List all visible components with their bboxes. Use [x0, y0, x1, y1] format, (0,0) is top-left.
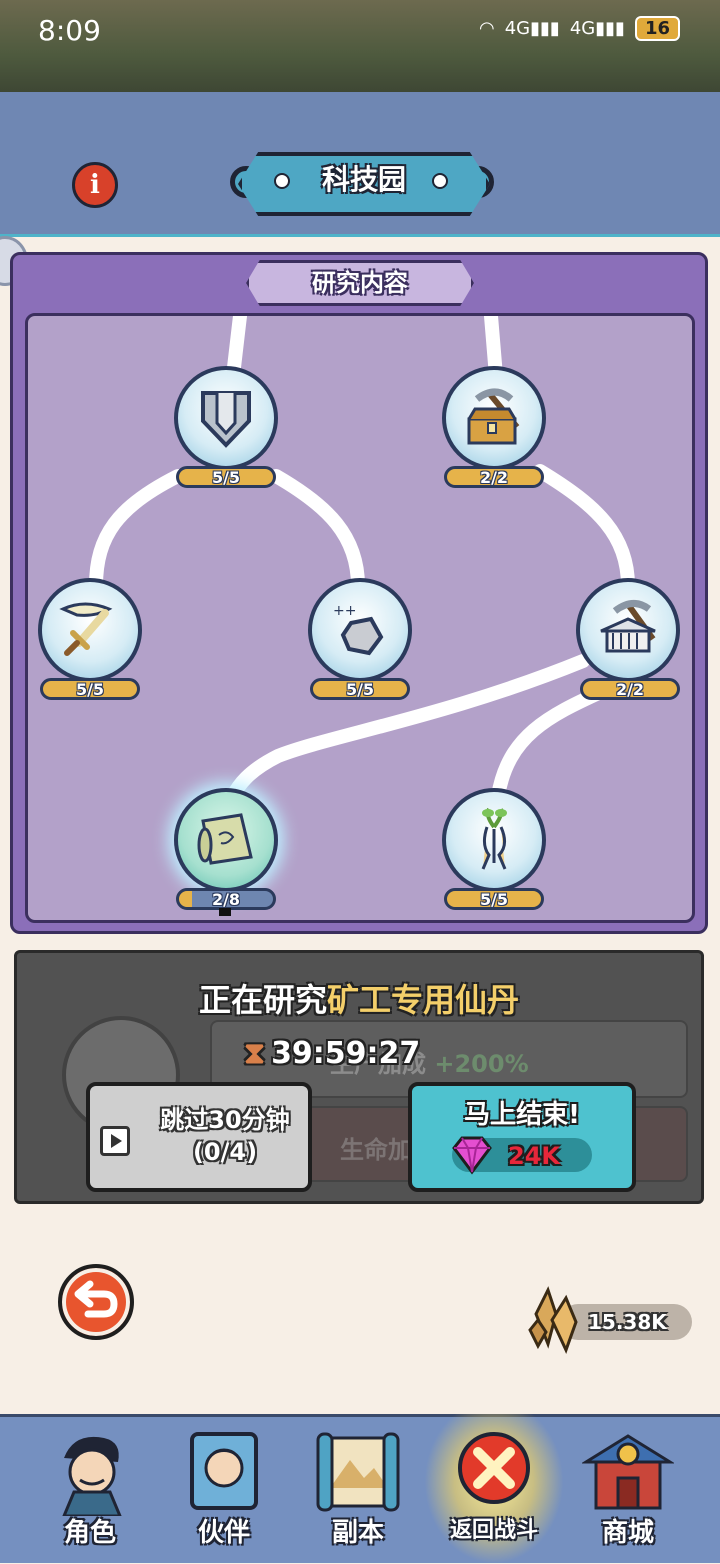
treasure-pickaxe-icon: [467, 388, 520, 445]
research-node-mine-chest[interactable]: [442, 366, 546, 470]
researching-title: 正在研究矿工专用仙丹: [198, 981, 520, 1019]
current-marker: [219, 908, 231, 916]
ginseng-icon: [481, 807, 507, 870]
research-node-mine-temple[interactable]: [576, 578, 680, 682]
research-node-scroll[interactable]: [174, 788, 278, 892]
research-timer: ⧗ 39:59:27: [244, 1036, 421, 1071]
sword-icon: [59, 602, 113, 656]
node-progress-mine-chest: 2/2: [444, 466, 544, 488]
hourglass-icon: ⧗: [244, 1036, 266, 1071]
info-icon[interactable]: i: [72, 162, 118, 208]
finish-now-label: 马上结束!: [464, 1100, 580, 1130]
nav-label-return-battle: 返回战斗: [449, 1518, 538, 1543]
nav-label-shop: 商城: [601, 1518, 654, 1548]
finish-now-button[interactable]: 马上结束! 24K: [408, 1082, 636, 1192]
node-progress-sword: 5/5: [40, 678, 140, 700]
nav-character[interactable]: 角色: [30, 1420, 150, 1556]
node-progress-ore: 5/5: [310, 678, 410, 700]
crystal-amount: 15.38K: [588, 1310, 667, 1334]
node-progress-armor: 5/5: [176, 466, 276, 488]
nav-label-character: 角色: [63, 1518, 116, 1548]
gem-icon: [452, 1136, 492, 1175]
temple-pickaxe-icon: [600, 600, 656, 653]
status-bar: [0, 0, 720, 92]
character-icon: [62, 1436, 122, 1516]
crystal-icon: [528, 1286, 578, 1354]
page-title: 科技园: [321, 163, 406, 196]
ore-icon: ++: [333, 603, 384, 656]
skip-label: 跳过30分钟 (0/4): [160, 1106, 290, 1166]
signal-icon-2: 4G▮▮▮: [569, 18, 625, 39]
shop-icon: [582, 1434, 674, 1510]
signal-icon-1: 4G▮▮▮: [504, 18, 560, 39]
research-node-ginseng[interactable]: [442, 788, 546, 892]
wifi-icon: ◠: [478, 18, 495, 39]
battery-icon: 16: [634, 16, 680, 41]
status-icons: ◠ 4G▮▮▮ 4G▮▮▮ 16: [479, 16, 680, 41]
return-arrow-icon: [74, 1280, 118, 1318]
return-battle-icon: [458, 1432, 530, 1504]
nav-label-partner: 伙伴: [197, 1518, 250, 1548]
node-progress-mine-temple: 2/2: [580, 678, 680, 700]
video-play-icon: [100, 1126, 130, 1156]
back-button[interactable]: [58, 1264, 134, 1340]
panel-title: 研究内容: [312, 269, 408, 297]
partner-icon: [190, 1432, 258, 1510]
status-time: 8:09: [38, 14, 101, 47]
dungeon-scroll-icon: [316, 1432, 400, 1512]
research-node-sword[interactable]: [38, 578, 142, 682]
svg-text:++: ++: [333, 603, 356, 619]
nav-shop[interactable]: 商城: [568, 1420, 688, 1556]
finish-cost: 24K: [508, 1142, 560, 1170]
skip-30min-button[interactable]: 跳过30分钟 (0/4): [86, 1082, 312, 1192]
scroll-icon: [197, 813, 253, 865]
armor-icon: [201, 391, 251, 448]
nav-partner[interactable]: 伙伴: [164, 1420, 284, 1556]
nav-dungeon[interactable]: 副本: [298, 1420, 418, 1556]
research-node-armor[interactable]: [174, 366, 278, 470]
nav-return-battle[interactable]: 返回战斗: [424, 1414, 564, 1564]
research-node-ore[interactable]: ++: [308, 578, 412, 682]
nav-label-dungeon: 副本: [331, 1518, 384, 1548]
node-progress-ginseng: 5/5: [444, 888, 544, 910]
node-progress-scroll: 2/8: [176, 888, 276, 910]
